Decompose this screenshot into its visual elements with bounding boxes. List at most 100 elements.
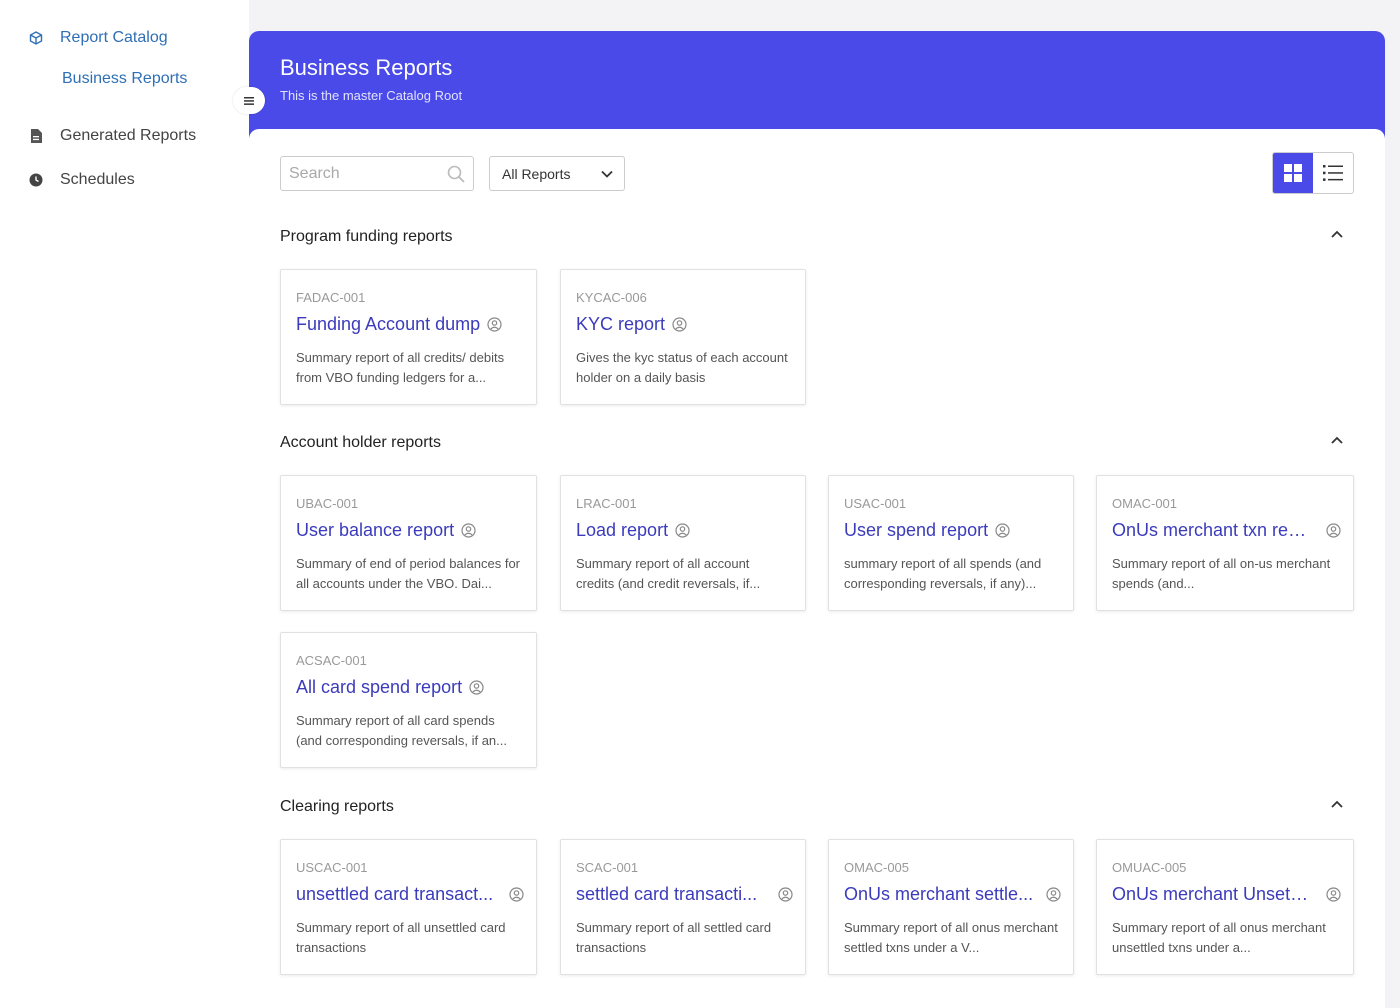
report-title-row: All card spend report <box>296 677 524 698</box>
report-title-row: Load report <box>576 520 793 541</box>
report-card[interactable]: UBAC-001 User balance report Summary of … <box>280 475 537 611</box>
report-title-link[interactable]: unsettled card transact... <box>296 884 493 905</box>
report-title-link[interactable]: settled card transacti... <box>576 884 757 905</box>
report-title-row: Funding Account dump <box>296 314 524 335</box>
user-icon <box>1326 523 1341 538</box>
report-title-link[interactable]: KYC report <box>576 314 665 335</box>
report-code: OMAC-001 <box>1112 496 1178 511</box>
list-icon <box>1323 165 1343 181</box>
list-view-button[interactable] <box>1313 153 1353 193</box>
grid-icon <box>1284 164 1302 182</box>
chevron-up-icon[interactable] <box>1329 432 1345 448</box>
report-title-link[interactable]: OnUs merchant txn rep... <box>1112 520 1312 541</box>
report-card[interactable]: OMAC-001 OnUs merchant txn rep... Summar… <box>1096 475 1354 611</box>
user-icon <box>487 317 502 332</box>
report-description: Summary report of all unsettled card tra… <box>296 920 506 955</box>
report-code: USAC-001 <box>844 496 907 511</box>
report-title-link[interactable]: OnUs merchant settle... <box>844 884 1033 905</box>
report-card[interactable]: SCAC-001 settled card transacti... Summa… <box>560 839 806 975</box>
report-card[interactable]: USAC-001 User spend report summary repor… <box>828 475 1074 611</box>
chevron-up-icon[interactable] <box>1329 226 1345 242</box>
user-icon <box>778 887 793 902</box>
report-code: KYCAC-006 <box>576 290 647 305</box>
report-code: USCAC-001 <box>296 860 368 875</box>
report-code: OMAC-005 <box>844 860 910 875</box>
report-title-row: KYC report <box>576 314 793 335</box>
sidebar-item-report-catalog[interactable]: Report Catalog <box>28 26 168 50</box>
report-description: Summary report of all settled card trans… <box>576 920 772 955</box>
section-title: Program funding reports <box>280 228 453 245</box>
report-title-link[interactable]: Load report <box>576 520 668 541</box>
report-description: Summary report of all onus merchant sett… <box>844 920 1058 955</box>
user-icon <box>1326 887 1341 902</box>
view-toggle <box>1272 152 1354 194</box>
report-card[interactable]: USCAC-001 unsettled card transact... Sum… <box>280 839 537 975</box>
report-description: Summary of end of period balances for al… <box>296 556 521 591</box>
user-icon <box>509 887 524 902</box>
report-description: summary report of all spends (and corres… <box>844 556 1042 591</box>
report-card[interactable]: OMAC-005 OnUs merchant settle... Summary… <box>828 839 1074 975</box>
page-title: Business Reports <box>280 55 453 80</box>
report-filter-select[interactable]: All Reports <box>489 156 625 191</box>
sidebar-item-label: Schedules <box>60 171 135 188</box>
menu-icon <box>244 96 254 105</box>
report-description: Summary report of all account credits (a… <box>576 556 761 591</box>
report-description: Summary report of all onus merchant unse… <box>1112 920 1326 955</box>
report-title-row: OnUs merchant txn rep... <box>1112 520 1341 541</box>
report-description: Summary report of all on-us merchant spe… <box>1112 556 1331 591</box>
sidebar-collapse-button[interactable] <box>233 87 265 114</box>
report-title-link[interactable]: OnUs merchant Unsettl... <box>1112 884 1312 905</box>
clock-icon <box>28 172 44 188</box>
report-card[interactable]: LRAC-001 Load report Summary report of a… <box>560 475 806 611</box>
report-title-row: User spend report <box>844 520 1061 541</box>
sidebar: Report Catalog Business Reports Generate… <box>0 0 249 1008</box>
user-icon <box>675 523 690 538</box>
report-card[interactable]: ACSAC-001 All card spend report Summary … <box>280 632 537 768</box>
section-title: Clearing reports <box>280 798 394 815</box>
report-title-row: OnUs merchant Unsettl... <box>1112 884 1341 905</box>
search-icon[interactable] <box>447 165 465 183</box>
main-area: Business Reports This is the master Cata… <box>233 0 1400 1008</box>
report-title-row: unsettled card transact... <box>296 884 524 905</box>
chevron-up-icon[interactable] <box>1329 796 1345 812</box>
sidebar-item-label: Generated Reports <box>60 127 197 144</box>
report-code: LRAC-001 <box>576 496 637 511</box>
sidebar-item-label: Report Catalog <box>60 29 168 46</box>
report-code: ACSAC-001 <box>296 653 367 668</box>
report-title-row: settled card transacti... <box>576 884 793 905</box>
report-title-link[interactable]: All card spend report <box>296 677 462 698</box>
cube-icon <box>28 30 44 46</box>
section-title: Account holder reports <box>280 434 441 451</box>
report-filter-value: All Reports <box>502 165 571 182</box>
user-icon <box>1046 887 1061 902</box>
user-icon <box>469 680 484 695</box>
report-title-link[interactable]: Funding Account dump <box>296 314 480 335</box>
report-card[interactable]: FADAC-001 Funding Account dump Summary r… <box>280 269 537 405</box>
report-title-link[interactable]: User spend report <box>844 520 988 541</box>
report-code: UBAC-001 <box>296 496 359 511</box>
sidebar-item-business-reports[interactable]: Business Reports <box>62 70 187 88</box>
chevron-down-icon <box>601 170 613 178</box>
user-icon <box>672 317 687 332</box>
report-description: Summary report of all card spends (and c… <box>296 713 507 748</box>
report-code: OMUAC-005 <box>1112 860 1187 875</box>
user-icon <box>461 523 476 538</box>
search-input[interactable] <box>281 157 431 190</box>
report-description: Summary report of all credits/ debits fr… <box>296 350 505 385</box>
grid-view-button[interactable] <box>1273 153 1313 193</box>
catalog-content: All Reports Program funding reports FADA… <box>249 129 1385 1008</box>
report-description: Gives the kyc status of each account hol… <box>576 350 788 385</box>
report-title-row: User balance report <box>296 520 524 541</box>
report-title-row: OnUs merchant settle... <box>844 884 1061 905</box>
report-code: SCAC-001 <box>576 860 639 875</box>
report-card[interactable]: KYCAC-006 KYC report Gives the kyc statu… <box>560 269 806 405</box>
sidebar-item-schedules[interactable]: Schedules <box>28 168 135 192</box>
report-title-link[interactable]: User balance report <box>296 520 454 541</box>
sidebar-item-generated-reports[interactable]: Generated Reports <box>28 124 196 148</box>
user-icon <box>995 523 1010 538</box>
document-icon <box>28 128 44 144</box>
report-card[interactable]: OMUAC-005 OnUs merchant Unsettl... Summa… <box>1096 839 1354 975</box>
page-subtitle: This is the master Catalog Root <box>280 88 463 103</box>
report-code: FADAC-001 <box>296 290 366 305</box>
search-field <box>280 156 474 191</box>
